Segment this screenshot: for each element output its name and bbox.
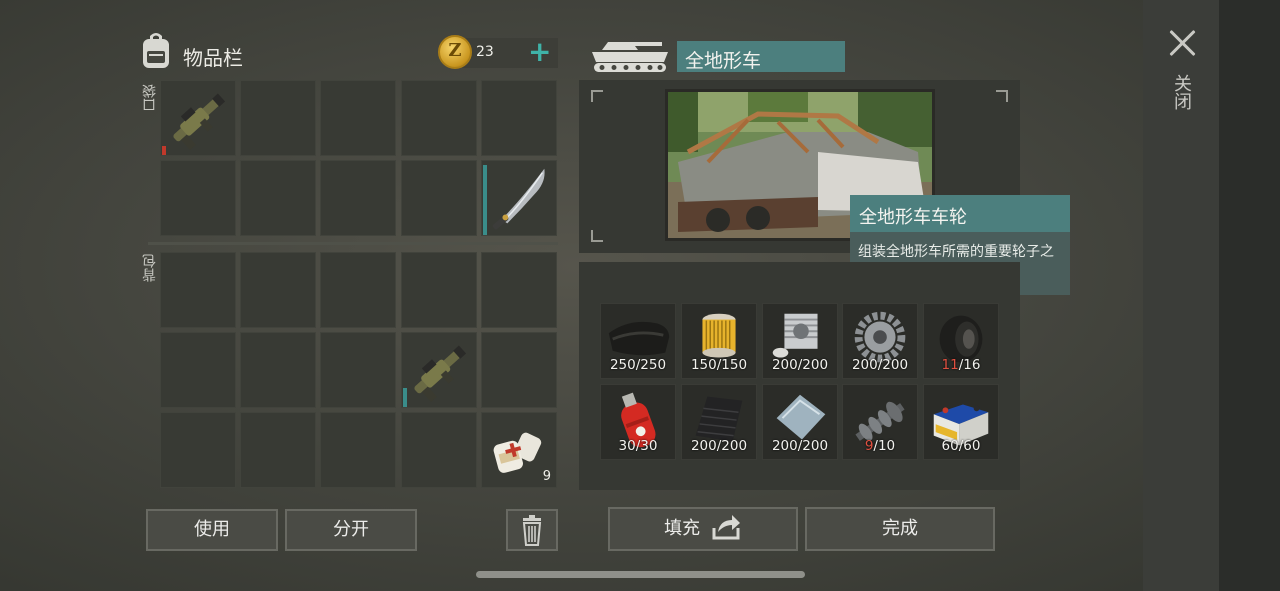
- part-count: 200/200: [682, 438, 756, 454]
- backpack-label: 背包: [142, 254, 158, 282]
- done-button[interactable]: 完成: [805, 507, 995, 551]
- frame-corner: [996, 90, 1008, 102]
- backpack-slot[interactable]: [401, 252, 477, 328]
- close-icon[interactable]: [1163, 24, 1203, 64]
- part-need: /250: [635, 357, 667, 373]
- add-coins-button[interactable]: +: [528, 38, 552, 68]
- backpack-slot[interactable]: [481, 332, 557, 408]
- coin-symbol: Z: [448, 40, 462, 61]
- durability-bar: [162, 146, 166, 155]
- grenade-launcher-icon: [173, 93, 226, 150]
- backpack-slot[interactable]: [160, 412, 236, 488]
- part-have: 150: [690, 357, 717, 373]
- pocket-slot[interactable]: [240, 80, 316, 156]
- pocket-slot[interactable]: [481, 80, 557, 156]
- vehicle-name: 全地形车: [685, 50, 762, 72]
- pocket-slot[interactable]: [160, 80, 236, 156]
- part-count: 250/250: [601, 357, 675, 373]
- part-count: 9/10: [843, 438, 917, 454]
- coin-icon: Z: [438, 35, 472, 69]
- part-slot-gas-canister[interactable]: 30/30: [600, 384, 676, 460]
- part-need: /200: [877, 357, 909, 373]
- backpack-slot[interactable]: [240, 252, 316, 328]
- part-have: 200: [771, 438, 798, 454]
- part-slot-engine-block[interactable]: 200/200: [762, 303, 838, 379]
- part-count: 200/200: [843, 357, 917, 373]
- pocket-slot[interactable]: [401, 80, 477, 156]
- part-need: /10: [873, 438, 896, 454]
- backpack-slot[interactable]: [160, 332, 236, 408]
- part-have: 250: [609, 357, 636, 373]
- part-have: 200: [690, 438, 717, 454]
- part-slot-air-filter[interactable]: 150/150: [681, 303, 757, 379]
- part-need: /30: [635, 438, 658, 454]
- backpack-slot[interactable]: [320, 252, 396, 328]
- stack-count: 9: [542, 469, 551, 484]
- part-count: 60/60: [924, 438, 998, 454]
- part-have: 60: [941, 438, 959, 454]
- part-need: /200: [797, 357, 829, 373]
- backpack-icon: [143, 33, 169, 68]
- split-button[interactable]: 分开: [285, 509, 417, 551]
- part-need: /200: [716, 438, 748, 454]
- trash-icon: [522, 515, 542, 546]
- inventory-title: 物品栏: [183, 46, 243, 70]
- durability-bar: [483, 165, 487, 235]
- trash-button[interactable]: [506, 509, 558, 551]
- part-slot-camshaft[interactable]: 9/10: [842, 384, 918, 460]
- tooltip-title: 全地形车车轮: [859, 207, 967, 228]
- use-button[interactable]: 使用: [146, 509, 278, 551]
- part-have: 200: [771, 357, 798, 373]
- part-have: 200: [851, 357, 878, 373]
- part-have: 11: [941, 357, 959, 373]
- backpack-slot[interactable]: [481, 252, 557, 328]
- part-slot-rubber-sheet[interactable]: 250/250: [600, 303, 676, 379]
- backpack-slot[interactable]: [320, 332, 396, 408]
- part-count: 200/200: [763, 438, 837, 454]
- part-need: /16: [958, 357, 981, 373]
- section-divider: [148, 242, 558, 245]
- backpack-slot[interactable]: [240, 412, 316, 488]
- pocket-slot[interactable]: [320, 160, 396, 236]
- backpack-slot[interactable]: [160, 252, 236, 328]
- part-need: /60: [958, 438, 981, 454]
- vehicle-icon: [592, 42, 668, 72]
- part-need: /200: [797, 438, 829, 454]
- part-count: 200/200: [763, 357, 837, 373]
- backpack-slot[interactable]: [240, 332, 316, 408]
- backpack-slot[interactable]: 9: [481, 412, 557, 488]
- pocket-slot[interactable]: [401, 160, 477, 236]
- part-count: 150/150: [682, 357, 756, 373]
- backpack-slot[interactable]: [320, 412, 396, 488]
- part-slot-gear[interactable]: 200/200: [842, 303, 918, 379]
- durability-bar: [403, 388, 407, 407]
- fill-button-label: 填充: [664, 518, 701, 539]
- pocket-slot[interactable]: [481, 160, 557, 236]
- pocket-slot[interactable]: [160, 160, 236, 236]
- part-need: /150: [716, 357, 748, 373]
- part-slot-wheel[interactable]: 11/16: [923, 303, 999, 379]
- part-slot-metal-plate[interactable]: 200/200: [762, 384, 838, 460]
- home-indicator[interactable]: [476, 571, 805, 578]
- frame-corner: [591, 90, 603, 102]
- coin-count: 23: [476, 44, 494, 60]
- part-slot-car-battery[interactable]: 60/60: [923, 384, 999, 460]
- backpack-slot[interactable]: [401, 332, 477, 408]
- pocket-slot[interactable]: [240, 160, 316, 236]
- frame-corner: [591, 230, 603, 242]
- part-have: 30: [618, 438, 636, 454]
- fill-button[interactable]: 填充: [608, 507, 798, 551]
- fill-arrow-icon: [712, 515, 740, 540]
- machete-icon: [492, 168, 545, 230]
- part-count: 30/30: [601, 438, 675, 454]
- pocket-label: 口袋: [142, 84, 158, 112]
- close-label[interactable]: 关闭: [1171, 74, 1192, 110]
- pocket-slot[interactable]: [320, 80, 396, 156]
- grenade-launcher-icon: [414, 345, 467, 402]
- part-slot-carbon-sheet[interactable]: 200/200: [681, 384, 757, 460]
- screen-edge: [1219, 0, 1280, 591]
- part-count: 11/16: [924, 357, 998, 373]
- backpack-slot[interactable]: [401, 412, 477, 488]
